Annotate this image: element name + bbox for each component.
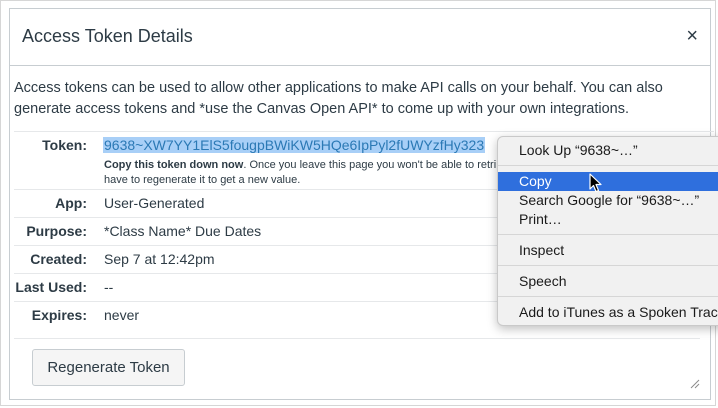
- detail-label: App:: [55, 195, 87, 211]
- detail-value: User-Generated: [104, 195, 205, 211]
- token-note-bold: Copy this token down now: [104, 159, 244, 171]
- intro-text: Access tokens can be used to allow other…: [14, 80, 663, 117]
- detail-value: never: [104, 307, 140, 323]
- dialog-header: Access Token Details ×: [10, 9, 710, 66]
- menu-item-speech[interactable]: Speech: [498, 272, 718, 291]
- dialog-title: Access Token Details: [22, 26, 193, 46]
- token-value[interactable]: 9638~XW7YY1ElS5fougpBWiKW5HQe6IpPyl2fUWY…: [103, 137, 486, 153]
- token-label: Token:: [42, 137, 87, 153]
- detail-value: --: [104, 279, 114, 295]
- menu-item-inspect[interactable]: Inspect: [498, 241, 718, 260]
- divider: [14, 338, 700, 339]
- menu-separator: [498, 265, 718, 266]
- token-note-rest: . Once you leave this page you won't be …: [243, 159, 497, 171]
- resize-handle-icon[interactable]: [690, 379, 700, 389]
- detail-label: Expires:: [31, 307, 87, 323]
- menu-item-look-up[interactable]: Look Up “9638~…”: [498, 141, 718, 160]
- mouse-pointer-icon: [589, 173, 602, 193]
- detail-label: Created:: [30, 251, 87, 267]
- detail-value: Sep 7 at 12:42pm: [104, 251, 215, 267]
- close-icon[interactable]: ×: [686, 25, 698, 47]
- menu-separator: [498, 234, 718, 235]
- token-note: Copy this token down now. Once you leave…: [104, 158, 504, 188]
- detail-label: Last Used:: [15, 279, 87, 295]
- menu-item-print[interactable]: Print…: [498, 210, 718, 229]
- menu-item-copy[interactable]: Copy: [498, 172, 718, 191]
- menu-separator: [498, 165, 718, 166]
- menu-separator: [498, 296, 718, 297]
- regenerate-token-button[interactable]: Regenerate Token: [32, 349, 185, 386]
- menu-item-add-to-itunes[interactable]: Add to iTunes as a Spoken Track: [498, 303, 718, 322]
- menu-item-search-google[interactable]: Search Google for “9638~…”: [498, 191, 718, 210]
- token-note-line2: have to regenerate it to get a new value…: [104, 174, 301, 186]
- context-menu: Look Up “9638~…” Copy Search Google for …: [497, 136, 718, 326]
- detail-value: *Class Name* Due Dates: [104, 223, 262, 239]
- detail-label: Purpose:: [26, 223, 87, 239]
